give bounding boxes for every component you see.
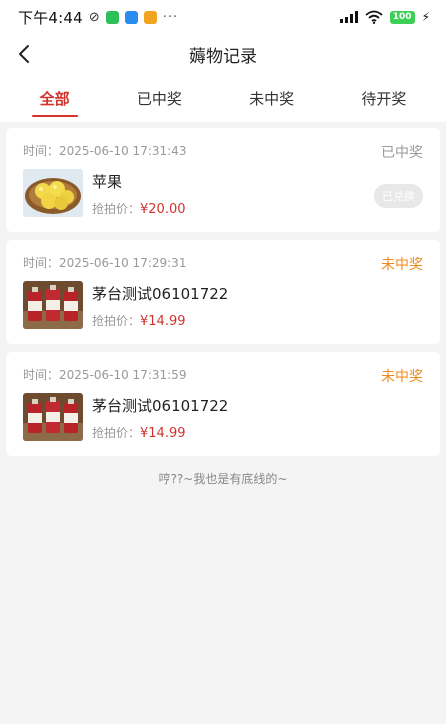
record-status: 未中奖 bbox=[381, 257, 423, 273]
tab-not-won[interactable]: 未中奖 bbox=[237, 78, 306, 119]
status-bar-left: 下午4:44 ⊘ ··· bbox=[18, 7, 178, 28]
price-label: 抢拍价： bbox=[92, 426, 141, 440]
charging-icon: ⚡ bbox=[421, 10, 430, 24]
record-body: 苹果 抢拍价：¥20.00 bbox=[23, 169, 423, 217]
product-name: 茅台测试06101722 bbox=[92, 397, 229, 415]
record-card[interactable]: 时间：2025-06-10 17:31:43 已中奖 苹果 抢拍价：¥20.00… bbox=[6, 128, 440, 232]
product-name: 茅台测试06101722 bbox=[92, 285, 229, 303]
record-body: 茅台测试06101722 抢拍价：¥14.99 bbox=[23, 393, 423, 441]
product-image bbox=[23, 281, 83, 329]
app-notification-icon bbox=[143, 10, 157, 24]
record-status: 已中奖 bbox=[381, 145, 423, 161]
price-row: 抢拍价：¥20.00 bbox=[92, 200, 186, 217]
end-of-list-note: 哼??~我也是有底线的~ bbox=[158, 472, 288, 486]
more-notifications-icon: ··· bbox=[162, 9, 179, 25]
record-time: 时间：2025-06-10 17:31:43 bbox=[23, 144, 187, 158]
product-name: 苹果 bbox=[92, 173, 123, 191]
record-time: 时间：2025-06-10 17:29:31 bbox=[23, 256, 187, 270]
status-bar: 下午4:44 ⊘ ··· 100 ⚡ bbox=[0, 0, 446, 34]
price-label: 抢拍价： bbox=[92, 314, 141, 328]
app-notification-icon bbox=[124, 10, 138, 24]
nav-bar: 薅物记录 bbox=[0, 34, 446, 74]
price-row: 抢拍价：¥14.99 bbox=[92, 424, 228, 441]
signal-icon bbox=[339, 11, 358, 23]
product-price: ¥14.99 bbox=[140, 426, 186, 441]
product-image bbox=[23, 169, 83, 217]
tab-all[interactable]: 全部 bbox=[28, 78, 82, 119]
record-card[interactable]: 时间：2025-06-10 17:31:59 未中奖 茅台测试06101722 … bbox=[6, 352, 440, 456]
product-price: ¥14.99 bbox=[140, 314, 186, 329]
page-title: 薅物记录 bbox=[189, 46, 257, 67]
record-list: 时间：2025-06-10 17:31:43 已中奖 苹果 抢拍价：¥20.00… bbox=[0, 122, 446, 487]
product-image bbox=[23, 393, 83, 441]
filter-tabs: 全部 已中奖 未中奖 待开奖 bbox=[0, 74, 446, 122]
tab-pending[interactable]: 待开奖 bbox=[349, 78, 418, 119]
app-notification-icon bbox=[105, 10, 119, 24]
battery-icon: 100 bbox=[389, 10, 415, 24]
record-body: 茅台测试06101722 抢拍价：¥14.99 bbox=[23, 281, 423, 329]
price-row: 抢拍价：¥14.99 bbox=[92, 312, 228, 329]
tab-won[interactable]: 已中奖 bbox=[125, 78, 194, 119]
status-bar-right: 100 ⚡ bbox=[339, 10, 430, 24]
record-time: 时间：2025-06-10 17:31:59 bbox=[23, 368, 187, 382]
status-time: 下午4:44 bbox=[18, 8, 83, 27]
product-info: 茅台测试06101722 抢拍价：¥14.99 bbox=[92, 281, 228, 329]
product-info: 苹果 抢拍价：¥20.00 bbox=[92, 169, 186, 217]
vibrate-icon: ⊘ bbox=[88, 9, 100, 25]
back-icon[interactable] bbox=[14, 43, 36, 65]
product-price: ¥20.00 bbox=[140, 202, 186, 217]
record-status: 未中奖 bbox=[381, 369, 423, 385]
price-label: 抢拍价： bbox=[92, 202, 141, 216]
wifi-icon bbox=[365, 10, 383, 24]
redeemed-button[interactable]: 已兑换 bbox=[374, 184, 423, 208]
product-info: 茅台测试06101722 抢拍价：¥14.99 bbox=[92, 393, 228, 441]
record-card[interactable]: 时间：2025-06-10 17:29:31 未中奖 茅台测试06101722 … bbox=[6, 240, 440, 344]
